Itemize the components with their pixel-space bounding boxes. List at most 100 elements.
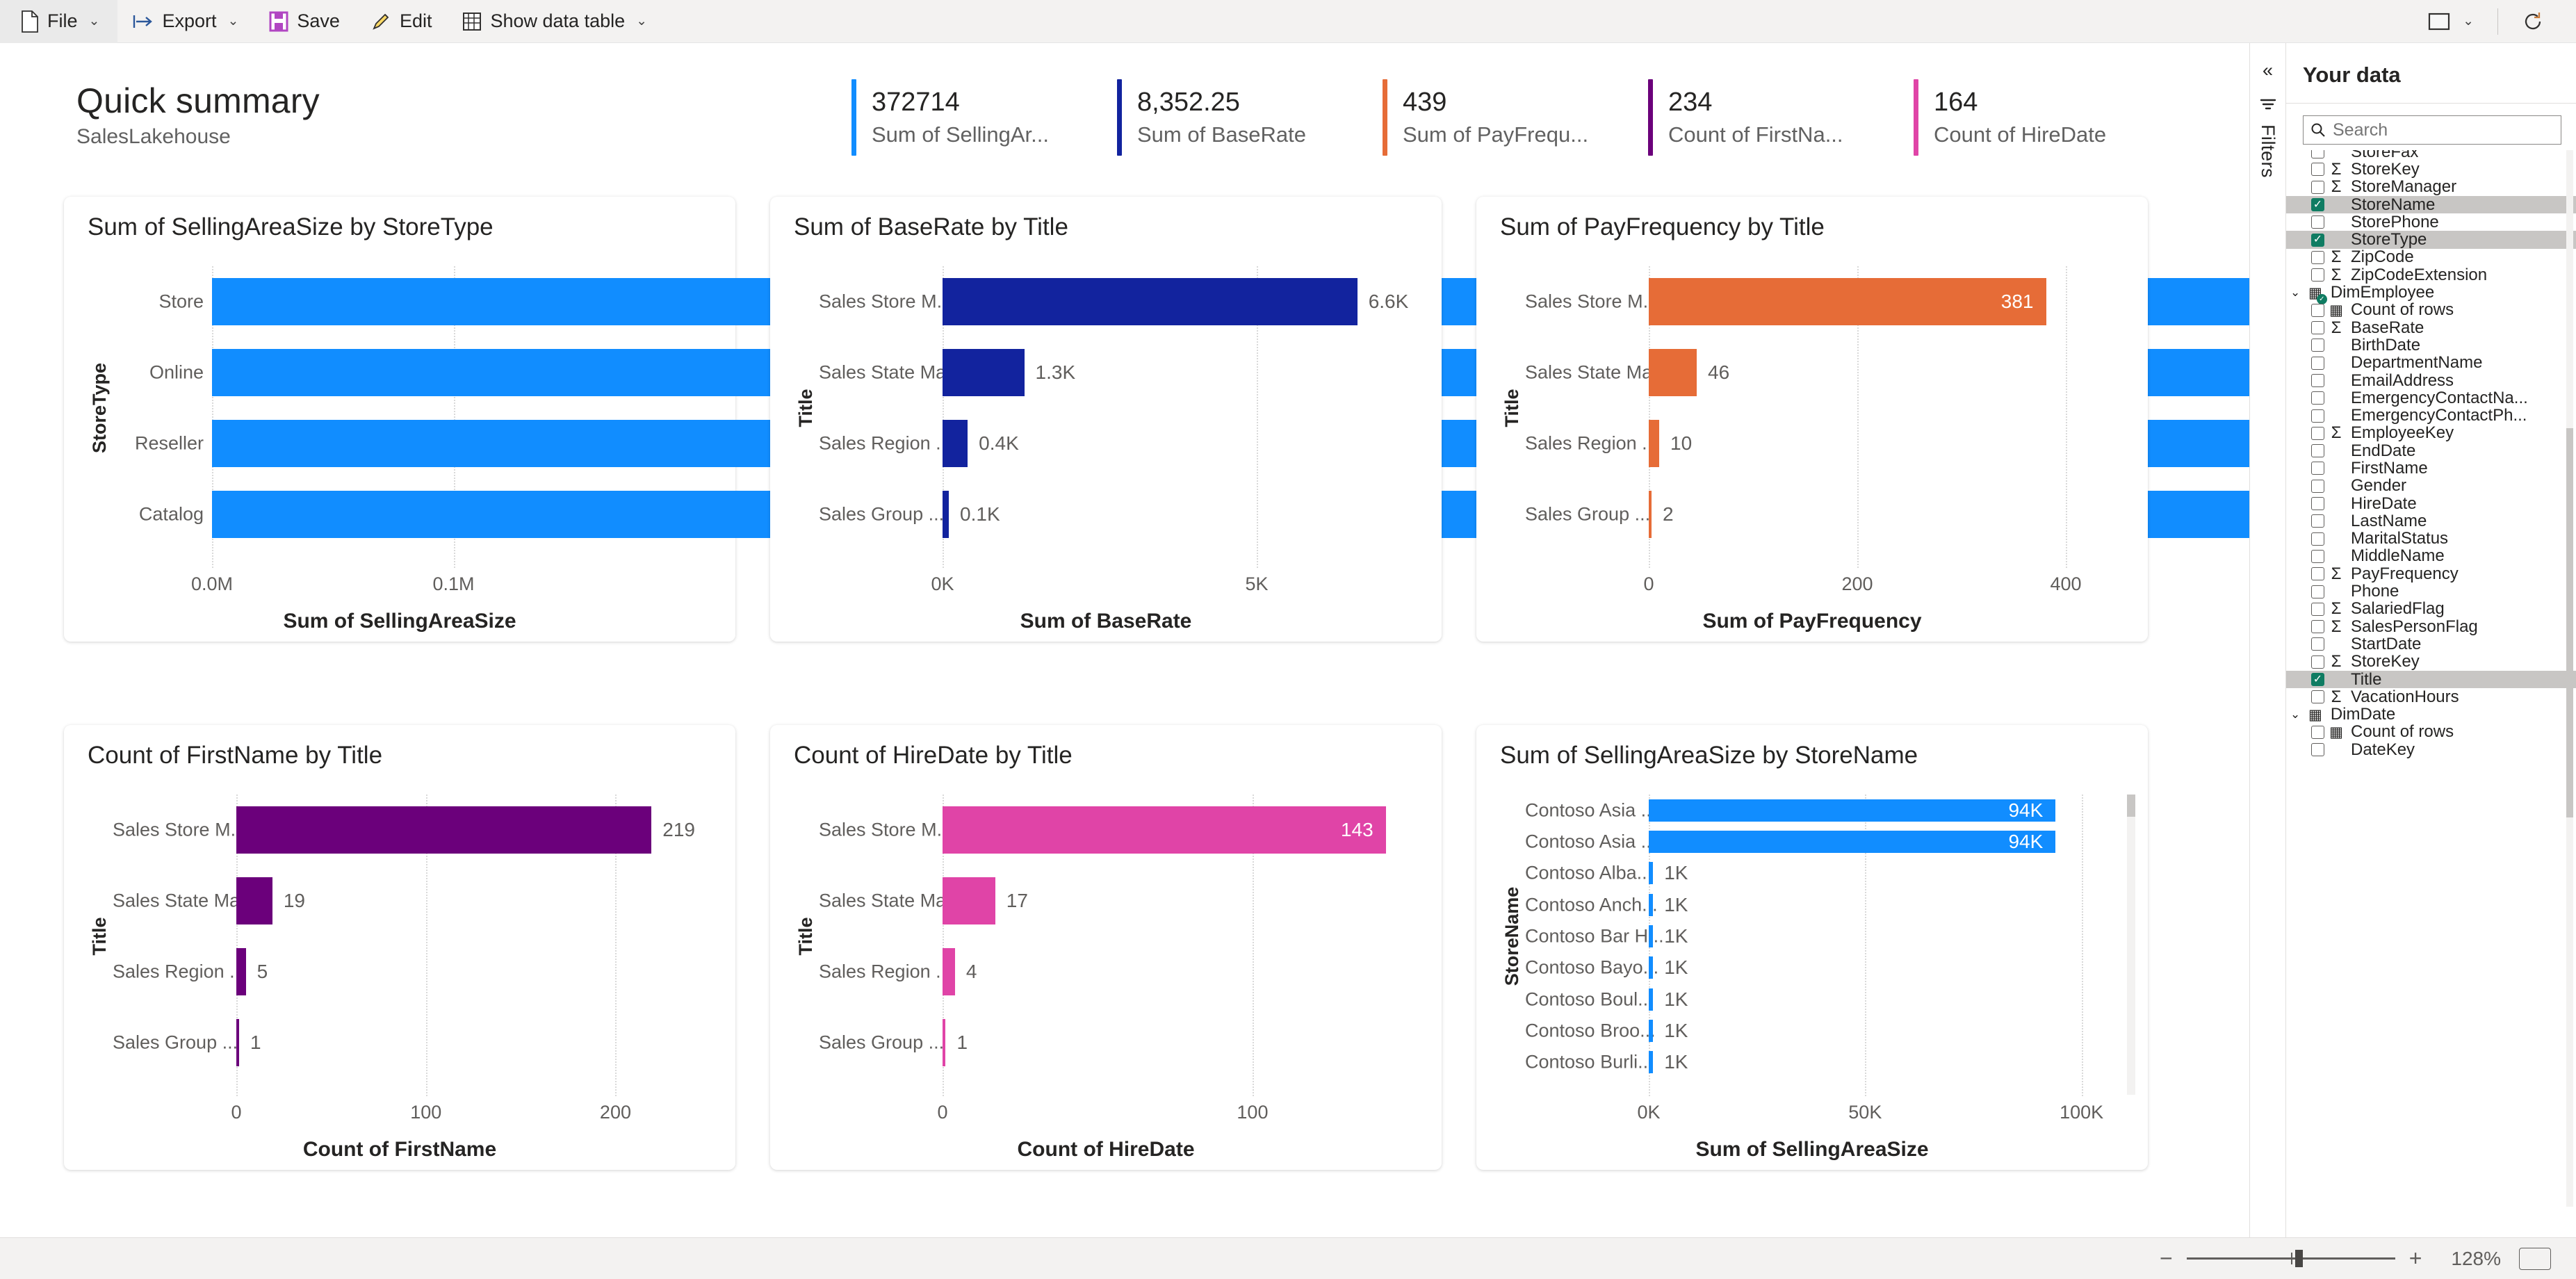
bar[interactable] [1649, 491, 1652, 538]
field-row[interactable]: Σ VacationHours [2286, 687, 2576, 706]
visual-card[interactable]: Sum of BaseRate by Title Title Sales Store… [770, 197, 1442, 642]
field-row[interactable]: Σ ZipCode [2286, 247, 2576, 266]
bar[interactable] [943, 1019, 946, 1066]
bar[interactable] [943, 278, 1358, 325]
field-list-scrollbar-track[interactable] [2566, 150, 2573, 1207]
fit-to-page-icon[interactable] [2519, 1247, 2551, 1270]
field-row[interactable]: ·DepartmentName [2286, 353, 2576, 372]
kpi-card[interactable]: 164 Count of HireDate [1914, 79, 2179, 156]
field-checkbox[interactable] [2311, 303, 2324, 317]
field-checkbox[interactable] [2311, 250, 2324, 264]
field-row[interactable]: ·StorePhone [2286, 213, 2576, 231]
field-row[interactable]: ·FirstName [2286, 459, 2576, 478]
field-checkbox[interactable] [2311, 655, 2324, 669]
field-checkbox[interactable] [2311, 321, 2324, 335]
field-list-scrollbar-thumb[interactable] [2566, 428, 2573, 817]
visual-card[interactable]: Count of HireDate by Title Title Sales Sto… [770, 725, 1442, 1170]
field-checkbox[interactable] [2311, 479, 2324, 493]
bar[interactable]: 143 [943, 806, 1386, 854]
bar[interactable] [943, 948, 955, 995]
field-checkbox[interactable] [2311, 163, 2324, 177]
field-checkbox[interactable] [2311, 497, 2324, 511]
bar[interactable] [943, 491, 949, 538]
kpi-card[interactable]: 8,352.25 Sum of BaseRate [1117, 79, 1383, 156]
field-checkbox[interactable] [2311, 426, 2324, 440]
zoom-slider[interactable] [2186, 1250, 2395, 1267]
field-checkbox[interactable] [2311, 444, 2324, 458]
bar[interactable]: 381 [1649, 278, 2046, 325]
export-menu-button[interactable]: Export ⌄ [117, 0, 254, 43]
field-row[interactable]: ·EmergencyContactNa... [2286, 389, 2576, 407]
field-checkbox[interactable] [2311, 532, 2324, 546]
field-row[interactable]: Σ StoreManager [2286, 177, 2576, 196]
bar[interactable] [943, 349, 1025, 396]
visual-card[interactable]: Count of FirstName by Title Title Sales St… [64, 725, 735, 1170]
field-checkbox[interactable] [2311, 150, 2324, 159]
field-checkbox[interactable] [2311, 215, 2324, 229]
field-checkbox[interactable] [2311, 462, 2324, 475]
field-checkbox[interactable] [2311, 637, 2324, 651]
bar[interactable] [236, 1019, 239, 1066]
edit-button[interactable]: Edit [355, 0, 448, 43]
field-checkbox[interactable] [2311, 409, 2324, 423]
field-checkbox[interactable] [2311, 514, 2324, 528]
refresh-button[interactable] [2509, 0, 2557, 43]
chevron-down-icon[interactable]: ⌄ [2290, 286, 2303, 300]
view-mode-button[interactable]: ⌄ [2415, 0, 2486, 43]
field-row[interactable]: ·EmailAddress [2286, 371, 2576, 390]
field-checkbox[interactable] [2311, 339, 2324, 352]
field-row[interactable]: ·StoreType [2286, 230, 2576, 249]
bar[interactable] [1649, 925, 1654, 947]
field-row[interactable]: ·Phone [2286, 582, 2576, 601]
bar[interactable] [943, 877, 995, 924]
zoom-slider-thumb[interactable] [2294, 1250, 2303, 1267]
bar[interactable] [1649, 988, 1654, 1011]
field-checkbox[interactable] [2311, 567, 2324, 581]
field-checkbox[interactable] [2311, 374, 2324, 387]
zoom-in-button[interactable]: + [2399, 1246, 2432, 1271]
field-checkbox[interactable] [2311, 549, 2324, 563]
field-row[interactable]: Σ EmployeeKey [2286, 423, 2576, 442]
field-row[interactable]: ·StartDate [2286, 635, 2576, 653]
bar[interactable] [1649, 349, 1697, 396]
visual-card[interactable]: Sum of PayFrequency by Title Title Sales S… [1476, 197, 2148, 642]
field-checkbox[interactable] [2311, 180, 2324, 194]
bar[interactable] [1649, 862, 1654, 885]
field-row[interactable]: ·HireDate [2286, 494, 2576, 513]
kpi-card[interactable]: 372714 Sum of SellingAr... [851, 79, 1117, 156]
bar[interactable] [1649, 956, 1654, 979]
field-row[interactable]: ·Gender [2286, 476, 2576, 495]
field-row[interactable]: ·BirthDate [2286, 336, 2576, 355]
bar[interactable] [236, 948, 246, 995]
zoom-out-button[interactable]: − [2150, 1246, 2183, 1271]
visual-card[interactable]: Sum of SellingAreaSize by StoreName Store… [1476, 725, 2148, 1170]
field-row[interactable]: ·Title [2286, 670, 2576, 689]
save-button[interactable]: Save [254, 0, 355, 43]
field-row[interactable]: Σ ZipCodeExtension [2286, 266, 2576, 284]
visual-scrollbar-thumb[interactable] [2127, 795, 2135, 817]
field-list[interactable]: ·StoreFaxΣStoreKeyΣStoreManager·StoreNam… [2286, 150, 2576, 1207]
field-checkbox[interactable] [2311, 743, 2324, 757]
search-box[interactable] [2303, 115, 2561, 145]
field-checkbox[interactable] [2311, 673, 2324, 687]
bar[interactable] [236, 877, 272, 924]
kpi-card[interactable]: 439 Sum of PayFrequ... [1383, 79, 1648, 156]
show-data-table-button[interactable]: Show data table ⌄ [447, 0, 662, 43]
field-checkbox[interactable] [2311, 620, 2324, 634]
field-row[interactable]: Σ StoreKey [2286, 652, 2576, 671]
visual-card[interactable]: Sum of SellingAreaSize by StoreType Store… [64, 197, 2249, 642]
bar[interactable]: 94K [1649, 799, 2056, 822]
field-row[interactable]: ·DateKey [2286, 740, 2576, 759]
table-node[interactable]: ⌄ ▦ DimDate [2286, 705, 2576, 724]
field-checkbox[interactable] [2311, 602, 2324, 616]
field-checkbox[interactable] [2311, 268, 2324, 282]
field-row[interactable]: Σ SalariedFlag [2286, 599, 2576, 618]
field-row[interactable]: Σ BaseRate [2286, 318, 2576, 337]
field-row[interactable]: ·MaritalStatus [2286, 529, 2576, 548]
bar[interactable] [1649, 893, 1654, 916]
file-menu-button[interactable]: File ⌄ [0, 0, 118, 43]
kpi-card[interactable]: 234 Count of FirstNa... [1648, 79, 1914, 156]
field-row[interactable]: Σ StoreKey [2286, 160, 2576, 179]
table-node[interactable]: ⌄ ▦ ✓ DimEmployee [2286, 283, 2576, 304]
field-row[interactable]: Σ PayFrequency [2286, 564, 2576, 583]
